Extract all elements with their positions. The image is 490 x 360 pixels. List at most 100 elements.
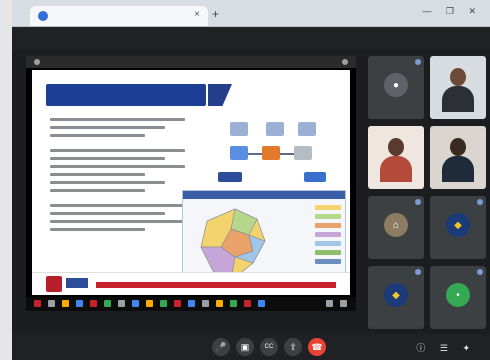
legend-swatch [315, 223, 341, 228]
camera-button[interactable]: ▣ [236, 338, 254, 356]
participant-tile[interactable] [368, 126, 424, 189]
partner-logo-icon [66, 278, 88, 288]
bullet-line [50, 173, 145, 176]
participant-tile[interactable] [430, 56, 486, 119]
mic-indicator-icon [477, 269, 483, 275]
slide-title-bar [46, 84, 206, 106]
shared-slide [32, 70, 350, 295]
diagram-node [294, 146, 312, 160]
meeting-side-controls[interactable]: ⓘ ☰ ✦ [416, 341, 476, 354]
diagram-logo [304, 172, 326, 182]
present-button[interactable]: ⇧ [284, 338, 302, 356]
diagram-node [230, 122, 248, 136]
close-tab-icon[interactable]: × [194, 9, 200, 20]
app-icon[interactable] [244, 300, 251, 307]
meeting-controls: 🎤 ▣ CC ⇧ ☎ ⓘ ☰ ✦ [12, 334, 490, 360]
share-fullscreen-icon[interactable] [342, 59, 348, 65]
meeting-header [12, 27, 490, 49]
browser-tab[interactable]: × [30, 6, 208, 26]
logo-icon: ◆ [446, 213, 470, 237]
end-call-button[interactable]: ☎ [308, 338, 326, 356]
app-icon[interactable] [48, 300, 55, 307]
participant-tile[interactable]: ⌂ [368, 196, 424, 259]
app-icon[interactable] [230, 300, 237, 307]
mic-indicator-icon [415, 59, 421, 65]
app-icon[interactable] [160, 300, 167, 307]
bullet-line [50, 149, 185, 152]
person-icon: ● [384, 73, 408, 97]
legend-swatch [315, 241, 341, 246]
participant-video [380, 136, 412, 182]
bullet-line [50, 157, 165, 160]
presenter-taskbar [26, 297, 356, 311]
participant-tile[interactable]: ◆ [430, 196, 486, 259]
participant-tile[interactable]: ◆ [368, 266, 424, 329]
app-icon[interactable] [76, 300, 83, 307]
mic-indicator-icon [477, 199, 483, 205]
diagram-logo [218, 172, 242, 182]
app-icon[interactable] [62, 300, 69, 307]
bullet-line [50, 118, 185, 121]
bullet-line [50, 165, 185, 168]
participant-tile[interactable]: • [430, 266, 486, 329]
diagram-node [266, 122, 284, 136]
bullet-line [50, 204, 185, 207]
bullet-line [50, 181, 165, 184]
diagram-arrow [280, 153, 294, 155]
bullet-line [50, 220, 185, 223]
app-icon[interactable] [216, 300, 223, 307]
captions-button[interactable]: CC [260, 338, 278, 356]
meet-favicon-icon [38, 11, 48, 21]
app-icon[interactable] [258, 300, 265, 307]
new-tab-icon[interactable]: + [212, 7, 219, 21]
legend-swatch [315, 205, 341, 210]
app-icon[interactable] [174, 300, 181, 307]
bullet-line [50, 228, 145, 231]
app-icon[interactable] [132, 300, 139, 307]
app-icon[interactable] [118, 300, 125, 307]
participant-tile[interactable] [430, 126, 486, 189]
house-icon: ⌂ [384, 213, 408, 237]
footer-accent-bar [96, 282, 336, 288]
participant-video [442, 66, 474, 112]
slide-footer [32, 272, 350, 295]
mic-button[interactable]: 🎤 [212, 338, 230, 356]
app-icon[interactable] [90, 300, 97, 307]
app-icon[interactable] [202, 300, 209, 307]
app-icon[interactable] [146, 300, 153, 307]
institution-logo-icon [46, 276, 62, 292]
bullet-line [50, 212, 165, 215]
legend-swatch [315, 259, 341, 264]
logo-icon: ◆ [384, 283, 408, 307]
slide-title-accent [208, 84, 232, 106]
meeting-window: × + — ❐ ✕ ● ⌂ ◆ ◆ • 🎤 ▣ CC ⇧ ☎ ⓘ ☰ ✦ [12, 0, 490, 360]
bullet-line [50, 189, 145, 192]
window-controls[interactable]: — ❐ ✕ [422, 6, 482, 17]
participant-tile[interactable]: ● [368, 56, 424, 119]
bullet-line [50, 134, 145, 137]
presentation-area [26, 56, 356, 311]
process-diagram [210, 116, 330, 186]
mic-indicator-icon [415, 269, 421, 275]
app-icon[interactable] [104, 300, 111, 307]
system-tray-icon[interactable] [326, 300, 333, 307]
app-icon[interactable] [34, 300, 41, 307]
map-toolbar [183, 191, 345, 199]
diagram-node [262, 146, 280, 160]
diagram-arrow [248, 153, 262, 155]
letter-icon: • [446, 283, 470, 307]
bullet-line [50, 126, 165, 129]
participant-video [442, 136, 474, 182]
legend-swatch [315, 232, 341, 237]
mic-indicator-icon [415, 199, 421, 205]
diagram-node [298, 122, 316, 136]
participants-grid: ● ⌂ ◆ ◆ • [368, 56, 486, 336]
share-menu-icon[interactable] [34, 59, 40, 65]
legend-swatch [315, 214, 341, 219]
slide-bullets [50, 118, 185, 236]
browser-tab-bar: × + — ❐ ✕ [12, 0, 490, 27]
share-top-bar [26, 56, 356, 68]
system-tray-icon[interactable] [340, 300, 347, 307]
legend-swatch [315, 250, 341, 255]
app-icon[interactable] [188, 300, 195, 307]
